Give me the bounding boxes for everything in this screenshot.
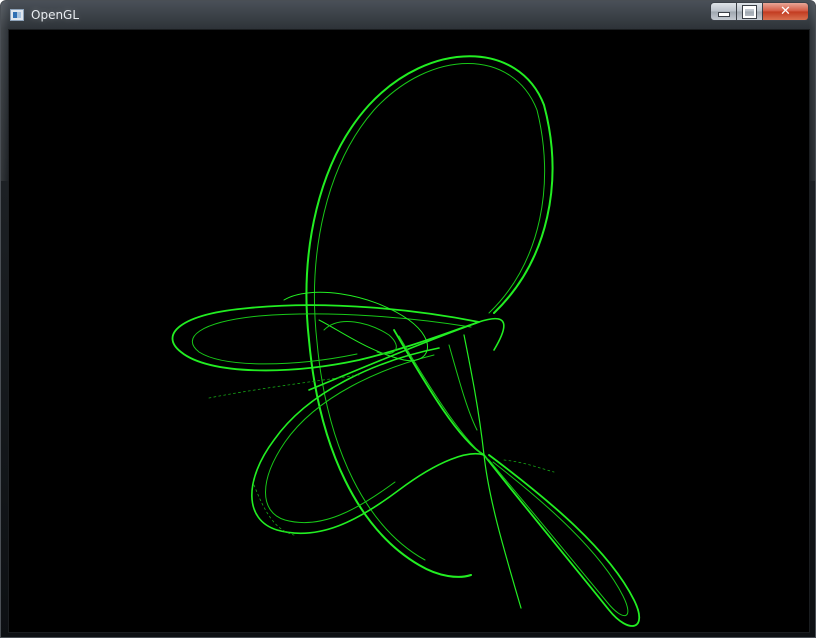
attractor-plot bbox=[171, 55, 640, 627]
maximize-button[interactable] bbox=[737, 2, 763, 21]
attractor-curve bbox=[308, 317, 505, 391]
application-window: OpenGL ✕ bbox=[0, 0, 816, 638]
opengl-viewport[interactable] bbox=[8, 29, 810, 633]
window-title: OpenGL bbox=[31, 8, 80, 22]
attractor-curve bbox=[305, 55, 554, 578]
attractor-curve bbox=[323, 321, 397, 355]
attractor-curve bbox=[463, 334, 522, 609]
attractor-curve bbox=[398, 335, 629, 617]
attractor-curve bbox=[448, 344, 478, 431]
minimize-icon bbox=[717, 12, 730, 17]
minimize-button[interactable] bbox=[710, 2, 737, 21]
attractor-curve bbox=[253, 484, 295, 536]
title-bar[interactable]: OpenGL ✕ bbox=[1, 1, 815, 29]
caption-buttons: ✕ bbox=[710, 2, 809, 21]
window-app-icon[interactable] bbox=[10, 9, 24, 21]
attractor-curve bbox=[265, 354, 435, 524]
attractor-curve bbox=[393, 329, 640, 627]
attractor-curve bbox=[171, 304, 480, 372]
maximize-icon bbox=[743, 5, 756, 18]
close-button[interactable]: ✕ bbox=[763, 2, 809, 21]
close-icon: ✕ bbox=[780, 4, 791, 19]
attractor-curve bbox=[503, 459, 555, 473]
